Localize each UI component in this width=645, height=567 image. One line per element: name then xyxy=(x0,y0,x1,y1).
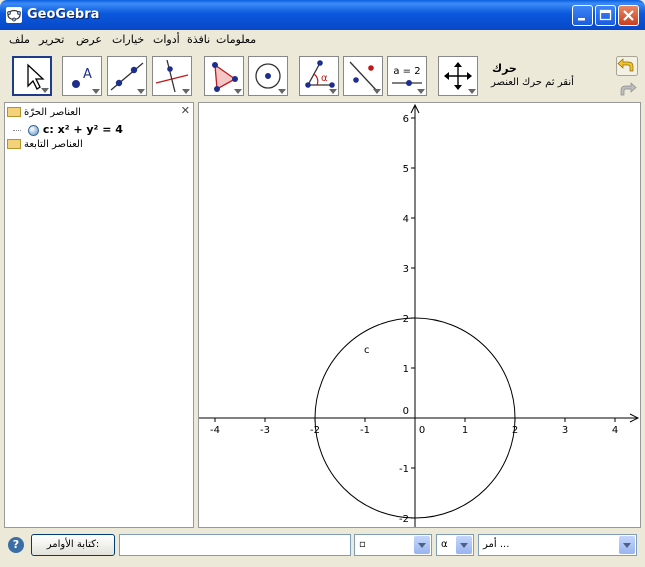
window-title: GeoGebra xyxy=(27,7,100,22)
slider-label: a = 2 xyxy=(393,66,420,77)
y-tick-label: 5 xyxy=(403,164,409,175)
tool-perpendicular[interactable] xyxy=(152,56,192,96)
geogebra-app-icon xyxy=(6,7,22,23)
tool-help-text: أنقر ثم حرك العنصر xyxy=(491,77,574,88)
tool-circle[interactable] xyxy=(248,56,288,96)
tool-angle[interactable]: α xyxy=(299,56,339,96)
y-tick-label: -2 xyxy=(399,514,409,525)
svg-text:A: A xyxy=(83,67,92,82)
y-tick-label: 2 xyxy=(403,314,409,325)
angle-alpha-label: α xyxy=(321,73,328,84)
y-tick-label: 4 xyxy=(403,214,409,225)
coordinate-plane[interactable]: -4 -3 -2 -1 0 1 2 3 46543210-1-2c xyxy=(199,103,640,527)
dependent-objects-folder[interactable]: العناصر التابعة xyxy=(7,139,83,150)
menu-window[interactable]: نافذة xyxy=(187,33,210,46)
command-input[interactable] xyxy=(119,534,351,556)
x-tick-label: -3 xyxy=(260,425,270,436)
close-button[interactable] xyxy=(618,5,639,26)
x-tick-label: -4 xyxy=(210,425,220,436)
y-tick-label: -1 xyxy=(399,464,409,475)
menu-tools[interactable]: أدوات xyxy=(153,33,180,46)
x-tick-label: 4 xyxy=(612,425,618,436)
tool-line[interactable] xyxy=(107,56,147,96)
redo-icon xyxy=(620,82,637,96)
menu-options[interactable]: خيارات xyxy=(112,33,144,46)
y-tick-label: 3 xyxy=(403,264,409,275)
geogebra-window: GeoGebra معلومات نافذة أدوات خيارات عرض … xyxy=(0,0,645,567)
title-bar[interactable]: GeoGebra xyxy=(0,0,645,30)
x-tick-label: 3 xyxy=(562,425,568,436)
menu-file[interactable]: ملف xyxy=(9,33,30,46)
folder-icon xyxy=(7,107,21,117)
object-c-definition: c: x² + y² = 4 xyxy=(42,123,123,136)
y-tick-label: 1 xyxy=(403,364,409,375)
dependent-objects-label: العناصر التابعة xyxy=(24,139,83,150)
greek-letters-dropdown[interactable]: α xyxy=(436,534,474,556)
tool-reflect[interactable] xyxy=(343,56,383,96)
folder-icon xyxy=(7,139,21,149)
algebra-view: ✕ العناصر الحرّة c: x² + y² = 4 العناصر … xyxy=(4,102,194,528)
redo-button[interactable] xyxy=(616,80,638,100)
greek-dropdown-value: α xyxy=(441,539,448,550)
tool-polygon[interactable] xyxy=(204,56,244,96)
menu-bar: معلومات نافذة أدوات خيارات عرض تحرير ملف xyxy=(4,30,641,50)
input-help-icon[interactable]: ? xyxy=(8,537,24,553)
free-objects-label: العناصر الحرّة xyxy=(24,107,81,118)
menu-view[interactable]: عرض xyxy=(76,33,102,46)
maximize-icon xyxy=(599,9,612,21)
minimize-button[interactable] xyxy=(572,5,593,26)
toolbar: A α a = 2 حرك أنقر ثم حرك العنصر xyxy=(4,50,641,102)
algebra-object-c[interactable]: c: x² + y² = 4 xyxy=(13,123,123,136)
free-objects-folder[interactable]: العناصر الحرّة xyxy=(7,107,81,118)
chevron-down-icon xyxy=(414,536,430,554)
menu-help[interactable]: معلومات xyxy=(216,33,256,46)
circle-object-icon xyxy=(27,124,39,136)
x-tick-label: 1 xyxy=(462,425,468,436)
undo-button[interactable] xyxy=(616,56,638,76)
tool-slider[interactable]: a = 2 xyxy=(387,56,427,96)
input-bar-button[interactable]: كتابة الأوامر: xyxy=(31,534,115,556)
y-tick-label: 6 xyxy=(403,114,409,125)
algebra-close-icon[interactable]: ✕ xyxy=(181,104,190,117)
maximize-button[interactable] xyxy=(595,5,616,26)
circle-c-label: c xyxy=(364,345,370,356)
graphics-view[interactable]: -4 -3 -2 -1 0 1 2 3 4 6 5 4 3 2 1 0 -1 -2 c xyxy=(198,102,641,528)
undo-icon xyxy=(616,56,638,76)
x-tick-label: -1 xyxy=(360,425,370,436)
close-icon xyxy=(623,10,634,21)
menu-edit[interactable]: تحرير xyxy=(39,33,64,46)
symbols-dropdown-value: ▫ xyxy=(359,539,366,550)
x-tick-label: 0 xyxy=(419,425,425,436)
commands-dropdown-value: أمر ... xyxy=(483,539,510,550)
symbols-dropdown[interactable]: ▫ xyxy=(354,534,432,556)
minimize-icon xyxy=(578,18,585,21)
commands-dropdown[interactable]: أمر ... xyxy=(478,534,637,556)
input-bar: ? كتابة الأوامر: ▫ α أمر ... xyxy=(4,530,641,564)
chevron-down-icon xyxy=(456,536,472,554)
tool-move[interactable] xyxy=(12,56,52,96)
chevron-down-icon xyxy=(619,536,635,554)
tool-help-title: حرك xyxy=(492,62,517,75)
tool-new-point[interactable]: A xyxy=(62,56,102,96)
y-tick-label: 0 xyxy=(403,406,409,417)
